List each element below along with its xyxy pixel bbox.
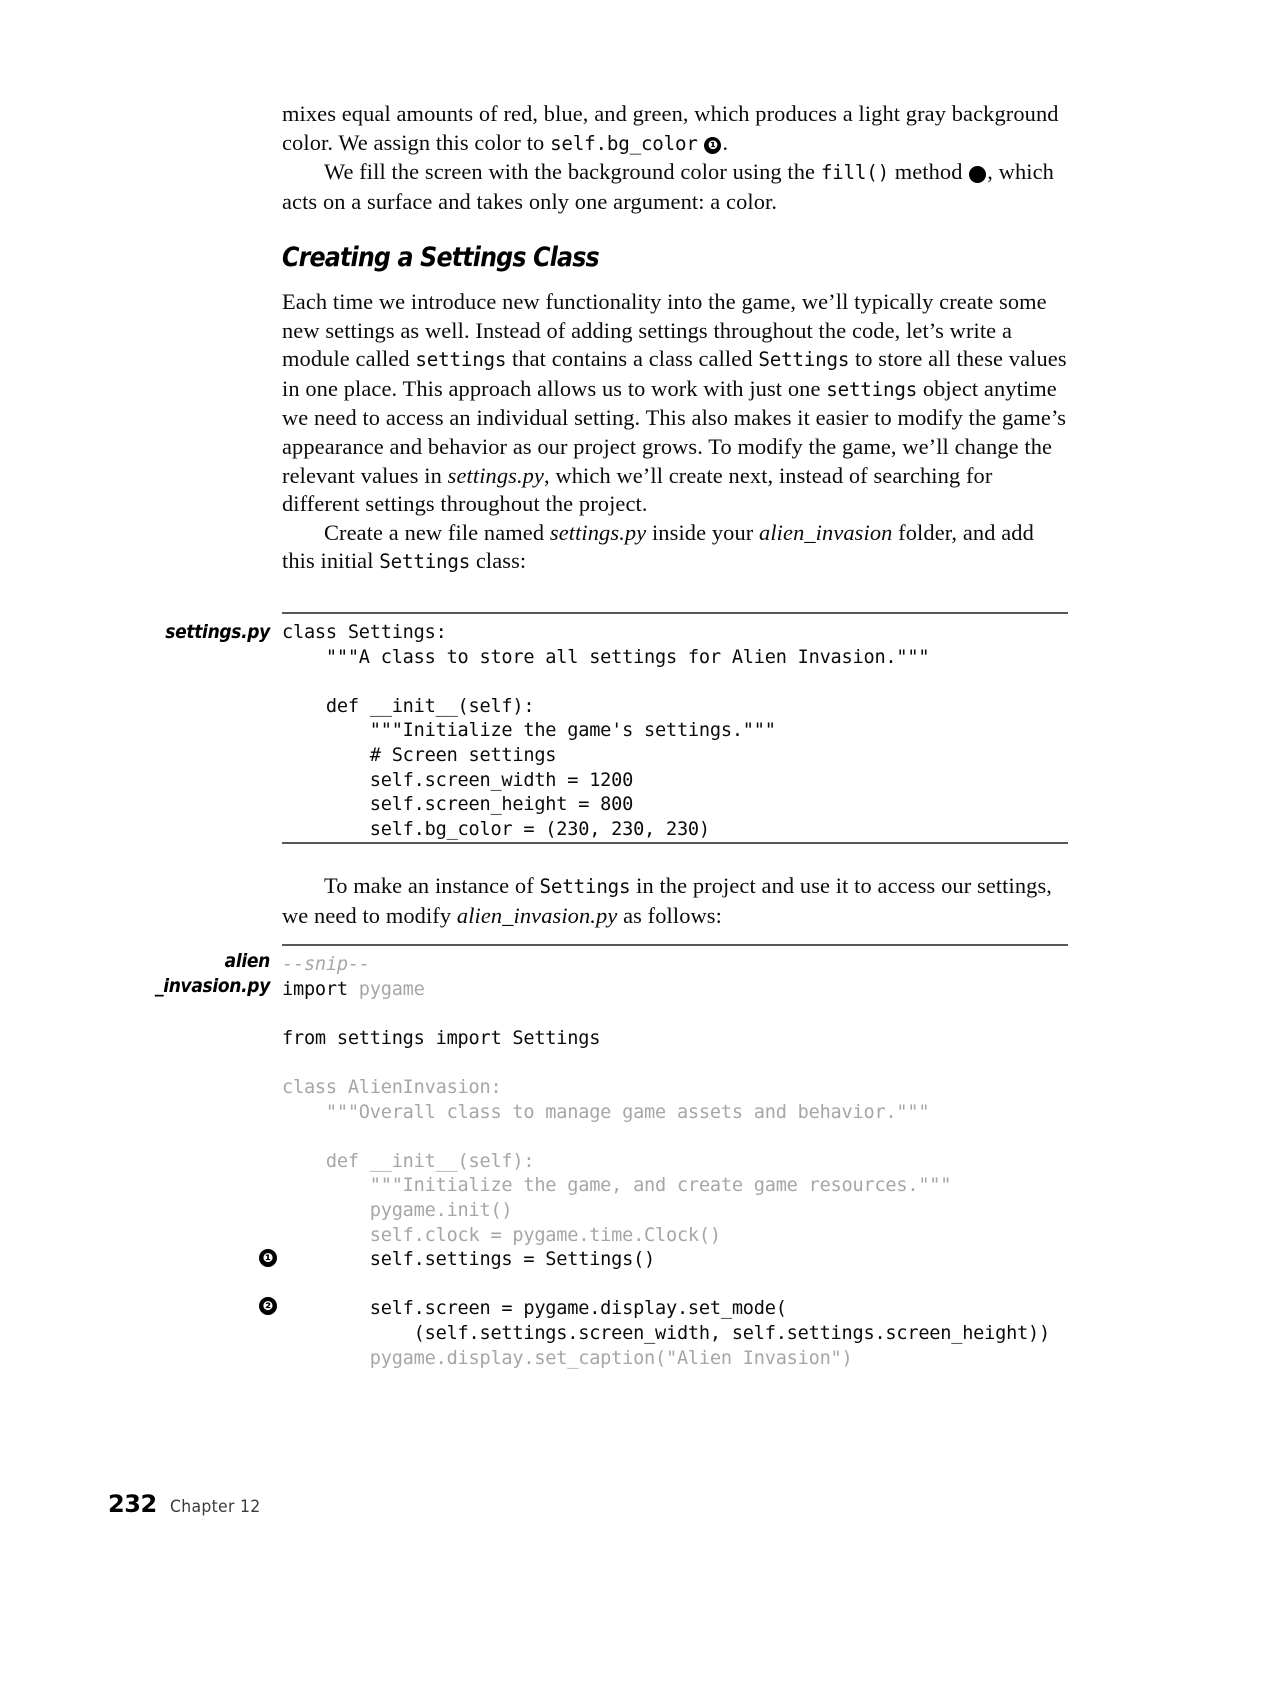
sec2-text-a: Create a new file named — [324, 519, 550, 545]
listing-rule-bottom — [282, 842, 1068, 845]
callout-marker-2: ❷ — [969, 166, 1021, 184]
section-paragraphs: Each time we introduce new functionality… — [282, 288, 1068, 577]
code-line: """Overall class to manage game assets a… — [282, 1101, 930, 1123]
code-line: def __init__(self): — [282, 1150, 535, 1172]
paragraph-settings-class: Each time we introduce new functionality… — [282, 288, 1068, 519]
code-line: class AlienInvasion: — [282, 1076, 502, 1098]
code-line: pygame.init() — [282, 1199, 513, 1221]
paragraph-fill-method: We fill the screen with the background c… — [282, 158, 1068, 216]
code-block-alien-invasion: --snip-- import pygame from settings imp… — [282, 946, 1068, 1371]
intro-text-b: . — [722, 129, 729, 155]
chapter-label: Chapter 12 — [170, 1497, 261, 1517]
inline-italic-alien-invasion-py: alien_invasion.py — [456, 902, 618, 928]
code-listing-alien-invasion: --snip-- import pygame from settings imp… — [282, 944, 1068, 1371]
page-number: 232 — [108, 1490, 157, 1518]
file-label-alien: alien — [224, 950, 271, 972]
book-page: mixes equal amounts of red, blue, and gr… — [0, 0, 1280, 1691]
code-line: """Initialize the game, and create game … — [282, 1175, 952, 1197]
code-line: --snip-- — [282, 954, 370, 975]
paragraph-bg-color: mixes equal amounts of red, blue, and gr… — [282, 100, 1068, 158]
code-line: import pygame — [282, 979, 425, 1000]
code-callout-marker-2: ❷ — [259, 1297, 277, 1315]
code-line: pygame.display.set_caption("Alien Invasi… — [282, 1347, 853, 1369]
intro-paragraphs: mixes equal amounts of red, blue, and gr… — [282, 100, 1068, 216]
code-module-pygame: pygame — [347, 978, 425, 1000]
code-block-settings: class Settings: """A class to store all … — [282, 614, 1068, 842]
file-label-invasion-py: _invasion.py — [154, 975, 270, 997]
file-label-settings-py: settings.py — [165, 621, 270, 643]
code-listing-settings: class Settings: """A class to store all … — [282, 612, 1068, 845]
inline-code-bg-color: self.bg_color — [550, 131, 698, 155]
inline-code-settings-instance: Settings — [539, 875, 631, 898]
bridge-text-c: as follows: — [617, 902, 722, 928]
code-line: from settings import Settings — [282, 1027, 601, 1049]
inline-code-settings-object: settings — [826, 377, 918, 401]
inline-italic-settings-py-2: settings.py — [549, 519, 647, 545]
inline-italic-settings-py: settings.py — [447, 462, 545, 488]
sec2-text-b: inside your — [646, 519, 760, 545]
code-callout-marker-1: ❶ — [259, 1249, 277, 1267]
paragraph-create-file: Create a new file named settings.py insi… — [282, 519, 1068, 577]
code-line: self.settings = Settings() — [282, 1249, 656, 1271]
inline-italic-alien-invasion: alien_invasion — [759, 519, 893, 545]
section-heading-wrap: Creating a Settings Class — [282, 242, 1068, 273]
code-line: self.screen = pygame.display.set_mode( — [282, 1298, 787, 1320]
callout-marker-1: ❶ — [704, 136, 722, 154]
sec-text-b: that contains a class called — [506, 346, 759, 372]
sec2-text-d: class: — [470, 548, 527, 574]
code-text-settings: class Settings: """A class to store all … — [282, 622, 930, 840]
code-keyword-import: import — [282, 978, 348, 1000]
inline-code-settings-class-2: Settings — [379, 550, 471, 574]
inline-code-fill: fill() — [820, 161, 889, 185]
section-heading: Creating a Settings Class — [282, 242, 600, 273]
code-line: (self.settings.screen_width, self.settin… — [282, 1322, 1051, 1344]
intro-text-d: method — [888, 159, 969, 185]
paragraph-make-instance: To make an instance of Settings in the p… — [282, 872, 1068, 930]
bridge-paragraph-wrap: To make an instance of Settings in the p… — [282, 872, 1068, 930]
intro-text-c: We fill the screen with the background c… — [324, 159, 821, 185]
inline-code-settings-class: Settings — [758, 348, 850, 372]
bridge-text-a: To make an instance of — [324, 873, 540, 898]
inline-code-settings-module: settings — [415, 348, 507, 372]
code-line: self.clock = pygame.time.Clock() — [282, 1224, 721, 1246]
